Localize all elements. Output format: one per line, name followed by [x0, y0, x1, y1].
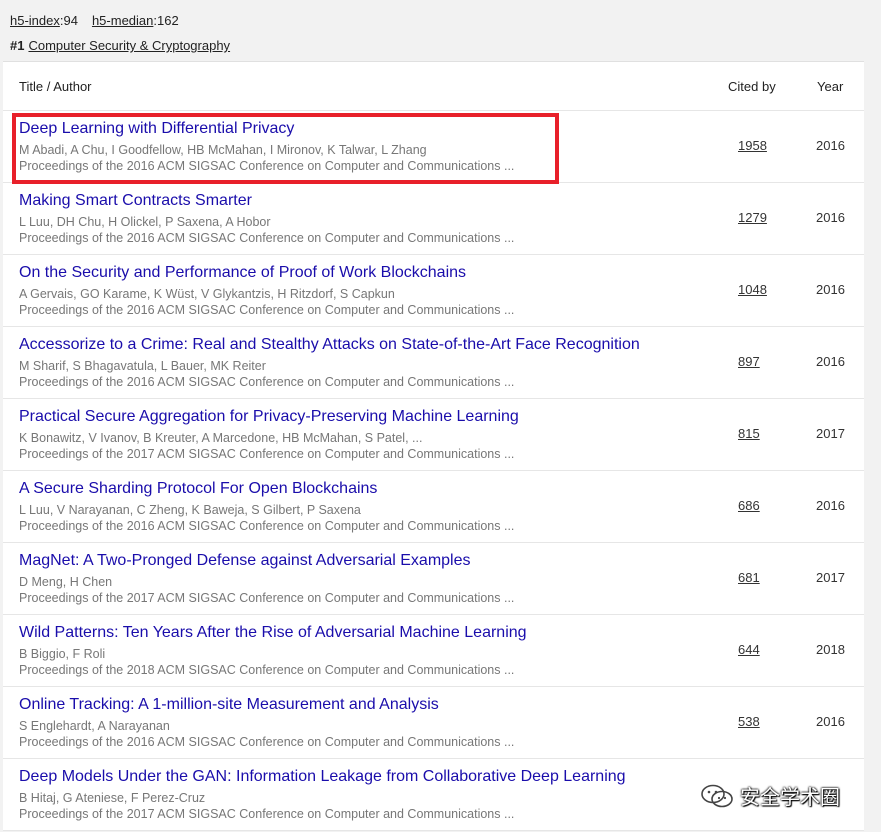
paper-venue: Proceedings of the 2017 ACM SIGSAC Confe…	[19, 447, 515, 461]
cited-by-link[interactable]: 815	[738, 426, 760, 441]
table-row: Making Smart Contracts Smarter L Luu, DH…	[3, 183, 864, 255]
paper-authors: S Englehardt, A Narayanan	[19, 719, 170, 733]
paper-venue: Proceedings of the 2018 ACM SIGSAC Confe…	[19, 663, 515, 677]
cited-by-link[interactable]: 1279	[738, 210, 767, 225]
cited-by-link[interactable]: 897	[738, 354, 760, 369]
h5-index-link[interactable]: h5-index	[10, 13, 60, 28]
paper-title-link[interactable]: Wild Patterns: Ten Years After the Rise …	[19, 624, 527, 642]
paper-title-link[interactable]: Making Smart Contracts Smarter	[19, 192, 252, 210]
table-row: A Secure Sharding Protocol For Open Bloc…	[3, 471, 864, 543]
h5-median-link[interactable]: h5-median	[92, 13, 153, 28]
watermark: 安全学术圈	[700, 781, 840, 810]
paper-year: 2017	[816, 570, 845, 585]
paper-venue: Proceedings of the 2016 ACM SIGSAC Confe…	[19, 519, 515, 533]
paper-authors: M Sharif, S Bhagavatula, L Bauer, MK Rei…	[19, 359, 266, 373]
paper-authors: B Biggio, F Roli	[19, 647, 106, 661]
table-row: Accessorize to a Crime: Real and Stealth…	[3, 327, 864, 399]
header-cited-by[interactable]: Cited by	[728, 79, 776, 94]
paper-title-link[interactable]: Deep Learning with Differential Privacy	[19, 120, 294, 138]
category-rank-number: #1	[10, 38, 25, 53]
paper-venue: Proceedings of the 2016 ACM SIGSAC Confe…	[19, 159, 515, 173]
paper-venue: Proceedings of the 2016 ACM SIGSAC Confe…	[19, 735, 515, 749]
cited-by-link[interactable]: 1958	[738, 138, 767, 153]
paper-year: 2016	[816, 282, 845, 297]
paper-title-link[interactable]: Practical Secure Aggregation for Privacy…	[19, 408, 519, 426]
paper-venue: Proceedings of the 2017 ACM SIGSAC Confe…	[19, 591, 515, 605]
paper-venue: Proceedings of the 2016 ACM SIGSAC Confe…	[19, 375, 515, 389]
wechat-icon	[701, 784, 733, 807]
table-row: Online Tracking: A 1-million-site Measur…	[3, 687, 864, 759]
paper-authors: A Gervais, GO Karame, K Wüst, V Glykantz…	[19, 287, 395, 301]
paper-year: 2016	[816, 354, 845, 369]
paper-title-link[interactable]: MagNet: A Two-Pronged Defense against Ad…	[19, 552, 471, 570]
paper-year: 2016	[816, 210, 845, 225]
cited-by-link[interactable]: 686	[738, 498, 760, 513]
cited-by-link[interactable]: 538	[738, 714, 760, 729]
table-row: Wild Patterns: Ten Years After the Rise …	[3, 615, 864, 687]
paper-authors: L Luu, V Narayanan, C Zheng, K Baweja, S…	[19, 503, 361, 517]
category-rank: #1 Computer Security & Cryptography	[10, 38, 230, 53]
paper-title-link[interactable]: Accessorize to a Crime: Real and Stealth…	[19, 336, 640, 354]
h5-index-value: :94	[59, 13, 78, 28]
cited-by-link[interactable]: 1048	[738, 282, 767, 297]
paper-authors: M Abadi, A Chu, I Goodfellow, HB McMahan…	[19, 143, 427, 157]
paper-authors: L Luu, DH Chu, H Olickel, P Saxena, A Ho…	[19, 215, 271, 229]
paper-year: 2016	[816, 138, 845, 153]
table-row: On the Security and Performance of Proof…	[3, 255, 864, 327]
table-row: MagNet: A Two-Pronged Defense against Ad…	[3, 543, 864, 615]
paper-title-link[interactable]: On the Security and Performance of Proof…	[19, 264, 466, 282]
paper-year: 2016	[816, 714, 845, 729]
paper-title-link[interactable]: A Secure Sharding Protocol For Open Bloc…	[19, 480, 377, 498]
table-row: Deep Learning with Differential Privacy …	[3, 111, 864, 183]
cited-by-link[interactable]: 644	[738, 642, 760, 657]
header-year[interactable]: Year	[817, 79, 843, 94]
table-row: Practical Secure Aggregation for Privacy…	[3, 399, 864, 471]
paper-authors: D Meng, H Chen	[19, 575, 113, 589]
paper-venue: Proceedings of the 2016 ACM SIGSAC Confe…	[19, 231, 515, 245]
h5-median-value: :162	[153, 13, 179, 28]
paper-venue: Proceedings of the 2016 ACM SIGSAC Confe…	[19, 303, 515, 317]
publications-table: Title / Author Cited by Year Deep Learni…	[3, 61, 864, 831]
table-header: Title / Author Cited by Year	[3, 62, 864, 111]
watermark-text: 安全学术圈	[740, 785, 840, 809]
header-title-author: Title / Author	[19, 79, 92, 94]
paper-title-link[interactable]: Online Tracking: A 1-million-site Measur…	[19, 696, 439, 714]
metrics-bar: h5-index:94 h5-median:162	[10, 13, 179, 28]
paper-year: 2017	[816, 426, 845, 441]
paper-title-link[interactable]: Deep Models Under the GAN: Information L…	[19, 768, 626, 786]
paper-authors: K Bonawitz, V Ivanov, B Kreuter, A Marce…	[19, 431, 423, 445]
paper-year: 2018	[816, 642, 845, 657]
cited-by-link[interactable]: 681	[738, 570, 760, 585]
category-link[interactable]: Computer Security & Cryptography	[28, 38, 230, 53]
paper-venue: Proceedings of the 2017 ACM SIGSAC Confe…	[19, 807, 515, 821]
paper-year: 2016	[816, 498, 845, 513]
paper-authors: B Hitaj, G Ateniese, F Perez-Cruz	[19, 791, 206, 805]
